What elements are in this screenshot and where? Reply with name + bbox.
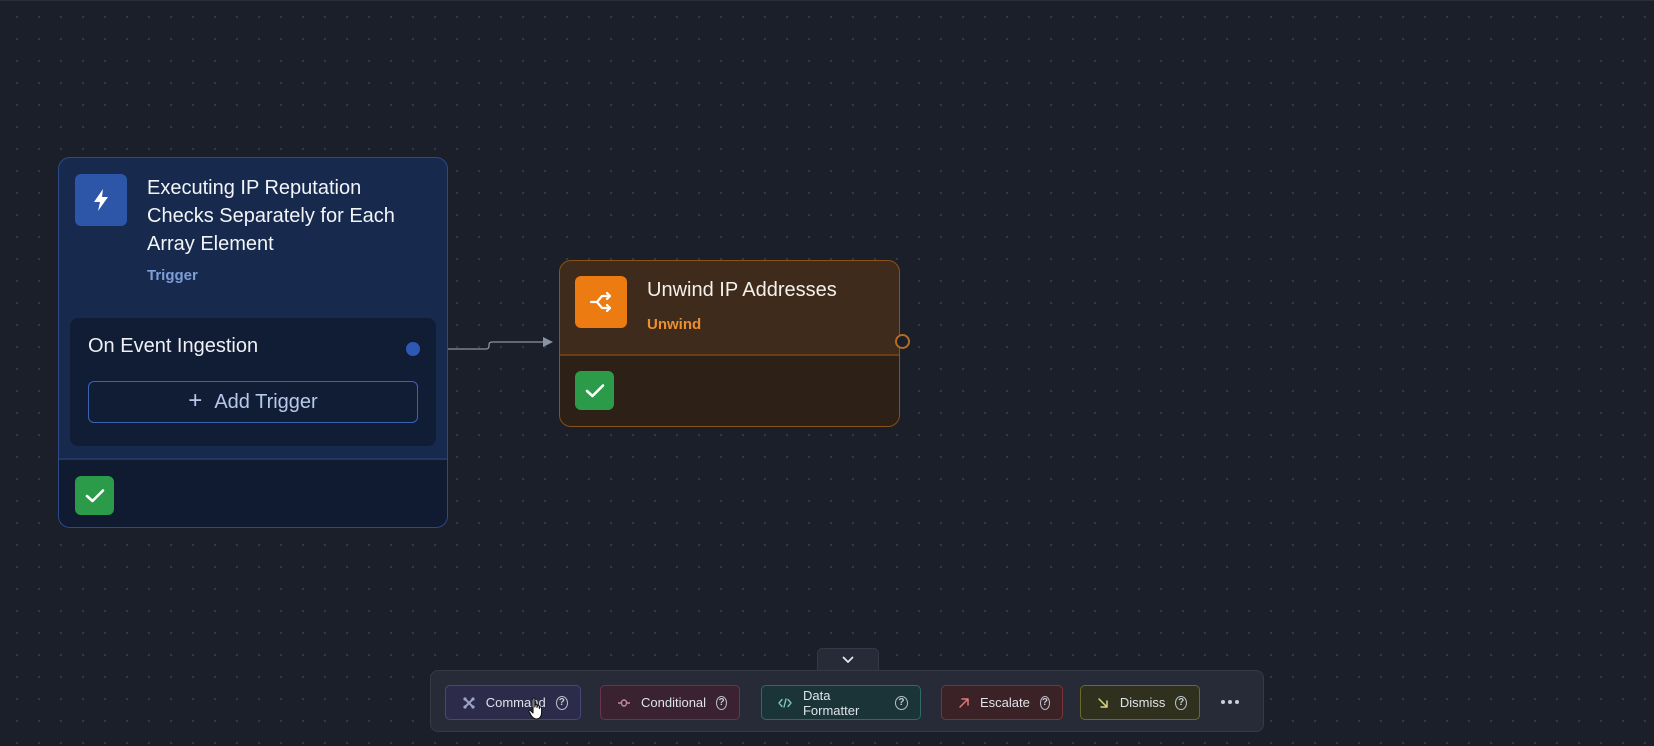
split-arrows-icon xyxy=(575,276,627,328)
arrow-down-right-icon xyxy=(1097,695,1110,711)
add-trigger-button[interactable]: + Add Trigger xyxy=(88,381,418,423)
help-icon[interactable]: ? xyxy=(894,695,908,710)
trigger-node-footer xyxy=(59,458,447,527)
trigger-node-title: Executing IP Reputation Checks Separatel… xyxy=(147,177,395,255)
event-label: On Event Ingestion xyxy=(88,335,259,357)
arrow-up-right-icon xyxy=(958,695,970,711)
check-icon xyxy=(575,371,614,410)
help-icon[interactable]: ? xyxy=(1039,695,1050,710)
chevron-down-icon xyxy=(842,656,854,663)
help-icon[interactable]: ? xyxy=(555,695,568,710)
conditional-label: Conditional xyxy=(641,695,707,710)
hand-cursor-icon xyxy=(528,697,543,720)
dismiss-label: Dismiss xyxy=(1119,695,1166,710)
top-border xyxy=(0,0,1654,1)
trigger-node-type: Trigger xyxy=(147,267,198,284)
command-icon xyxy=(462,695,476,711)
output-handle[interactable] xyxy=(406,342,420,356)
unwind-node-type: Unwind xyxy=(647,316,702,333)
unwind-node-title: Unwind IP Addresses xyxy=(647,279,837,301)
conditional-icon xyxy=(617,695,631,711)
trigger-node[interactable]: Executing IP Reputation Checks Separatel… xyxy=(58,157,448,528)
more-horizontal-icon[interactable] xyxy=(1215,692,1245,712)
event-panel: On Event Ingestion + Add Trigger xyxy=(70,318,436,446)
data-formatter-label: Data Formatter xyxy=(802,687,860,718)
toolbar-collapse-button[interactable] xyxy=(817,648,879,670)
unwind-output-handle[interactable] xyxy=(895,334,910,349)
check-icon xyxy=(75,476,114,515)
help-icon[interactable]: ? xyxy=(716,695,727,710)
unwind-node-footer xyxy=(560,354,899,426)
command-button[interactable]: Command ? xyxy=(445,685,581,720)
escalate-label: Escalate xyxy=(980,695,1030,710)
add-trigger-label: Add Trigger xyxy=(214,390,318,413)
code-icon xyxy=(778,695,793,711)
node-toolbar: Command ? Conditional ? Data Formatter ?… xyxy=(430,670,1264,732)
unwind-node[interactable]: Unwind IP Addresses Unwind xyxy=(559,260,900,427)
help-icon[interactable]: ? xyxy=(1175,695,1187,710)
dismiss-button[interactable]: Dismiss ? xyxy=(1080,685,1200,720)
escalate-button[interactable]: Escalate ? xyxy=(941,685,1063,720)
conditional-button[interactable]: Conditional ? xyxy=(600,685,740,720)
plus-icon: + xyxy=(188,387,203,414)
lightning-bolt-icon xyxy=(75,174,127,226)
data-formatter-button[interactable]: Data Formatter ? xyxy=(761,685,921,720)
